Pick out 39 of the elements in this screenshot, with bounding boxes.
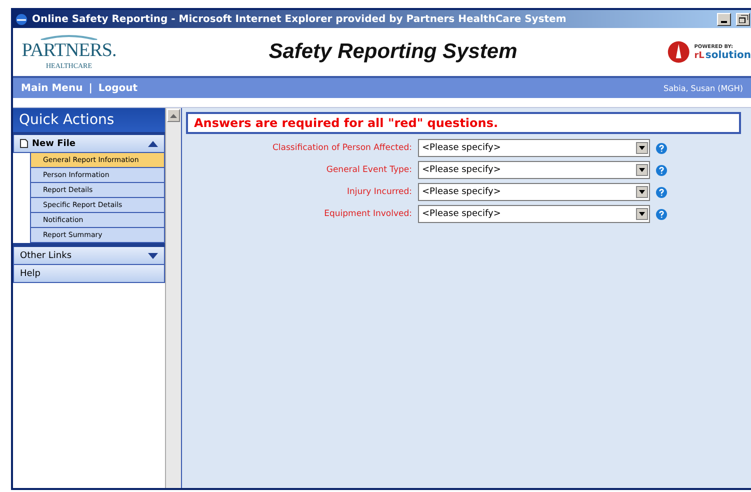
dropdown-field[interactable]: <Please specify> bbox=[418, 139, 650, 157]
help-icon[interactable] bbox=[656, 186, 667, 198]
document-icon bbox=[20, 139, 28, 148]
restore-button[interactable] bbox=[736, 12, 750, 26]
arc-icon bbox=[39, 34, 99, 40]
sidebar-title: Quick Actions bbox=[13, 108, 165, 135]
help-icon[interactable] bbox=[656, 142, 667, 154]
dropdown-arrow-icon bbox=[639, 146, 645, 150]
vendor-name: solution bbox=[705, 50, 751, 60]
help-icon[interactable] bbox=[656, 208, 667, 220]
vendor-mark: rL bbox=[694, 50, 704, 60]
scrollbar[interactable] bbox=[165, 108, 181, 488]
sidebar-section[interactable]: Other Links bbox=[13, 247, 165, 265]
field-label: General Event Type: bbox=[325, 165, 412, 175]
logo-name: PARTNERS. bbox=[22, 40, 116, 62]
browser-icon bbox=[15, 12, 28, 26]
emblem-icon bbox=[667, 39, 690, 65]
dropdown-arrow-icon bbox=[639, 168, 645, 172]
expand-icon bbox=[148, 252, 158, 258]
collapse-icon bbox=[148, 140, 158, 146]
dropdown-arrow-icon bbox=[639, 212, 645, 216]
user-name: Sabia, Susan (MGH) bbox=[664, 84, 743, 92]
restore-icon bbox=[738, 15, 748, 23]
nav-separator: | bbox=[88, 82, 92, 94]
dropdown-field[interactable]: <Please specify> bbox=[418, 161, 650, 179]
field-label: Injury Incurred: bbox=[346, 187, 412, 197]
minimize-button[interactable] bbox=[717, 12, 731, 26]
required-notice: Answers are required for all "red" questions. bbox=[186, 112, 741, 134]
field-label: Classification of Person Affected: bbox=[272, 143, 412, 153]
sidebar-section[interactable]: Help bbox=[13, 265, 165, 283]
up-arrow-icon bbox=[170, 114, 177, 118]
field-label: Equipment Involved: bbox=[323, 209, 412, 219]
window-title: Online Safety Reporting - Microsoft Internet Explorer provided by Partners HealthCare System bbox=[32, 14, 568, 24]
dropdown-field[interactable]: <Please specify> bbox=[418, 205, 650, 223]
sidebar-section[interactable]: New File bbox=[13, 135, 165, 153]
system-title: Safety Reporting System bbox=[268, 40, 518, 64]
dropdown-field[interactable]: <Please specify> bbox=[418, 183, 650, 201]
help-icon[interactable] bbox=[656, 164, 667, 176]
dropdown-arrow-icon bbox=[639, 190, 645, 194]
